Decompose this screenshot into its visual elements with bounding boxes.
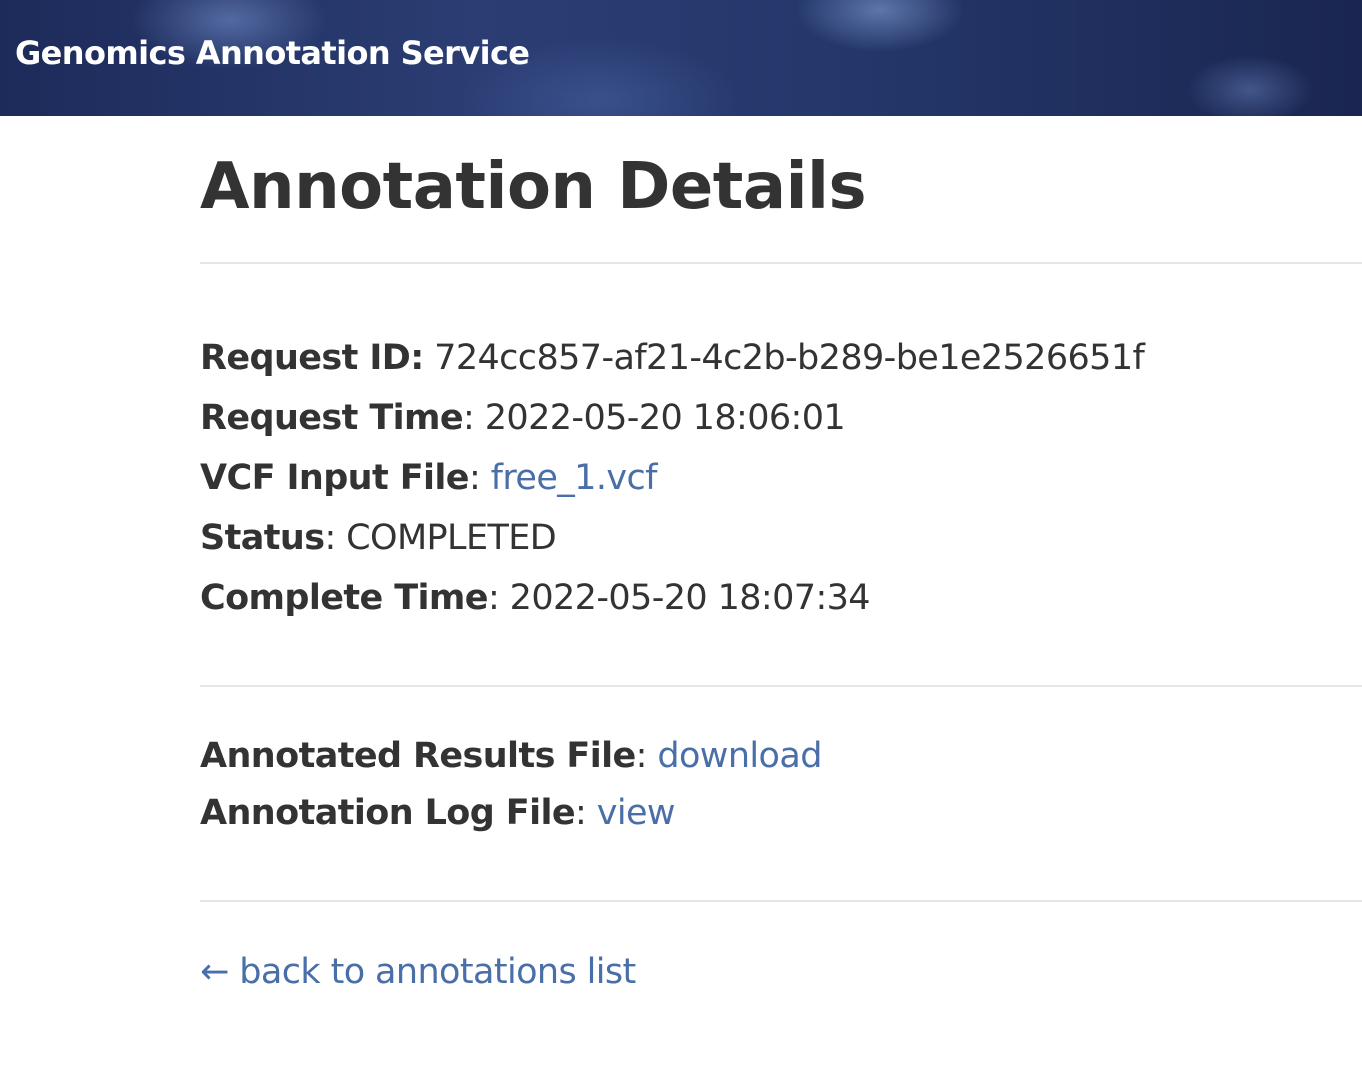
request-details: Request ID: 724cc857-af21-4c2b-b289-be1e… bbox=[200, 328, 1145, 628]
header-banner: Genomics Annotation Service bbox=[0, 0, 1362, 116]
divider bbox=[200, 900, 1362, 902]
colon: : bbox=[468, 458, 491, 498]
log-file-row: Annotation Log File: view bbox=[200, 785, 822, 842]
request-time-label: Request Time bbox=[200, 398, 464, 438]
brand-link[interactable]: Genomics Annotation Service bbox=[15, 34, 530, 72]
request-time-value: 2022-05-20 18:06:01 bbox=[484, 398, 846, 438]
colon: : bbox=[487, 578, 510, 618]
colon: : bbox=[635, 736, 658, 776]
colon: : bbox=[575, 793, 597, 833]
download-results-link[interactable]: download bbox=[657, 736, 822, 776]
divider bbox=[200, 685, 1362, 687]
divider bbox=[200, 262, 1362, 264]
request-id-row: Request ID: 724cc857-af21-4c2b-b289-be1e… bbox=[200, 328, 1145, 388]
view-log-link[interactable]: view bbox=[597, 793, 676, 833]
back-nav: ← back to annotations list bbox=[200, 946, 636, 998]
result-files: Annotated Results File: download Annotat… bbox=[200, 728, 822, 842]
complete-time-value: 2022-05-20 18:07:34 bbox=[509, 578, 871, 618]
input-file-row: VCF Input File: free_1.vcf bbox=[200, 448, 1144, 508]
status-row: Status: COMPLETED bbox=[200, 508, 1144, 568]
request-id-label: Request ID: bbox=[200, 338, 424, 378]
request-id-value: 724cc857-af21-4c2b-b289-be1e2526651f bbox=[434, 338, 1145, 378]
results-file-row: Annotated Results File: download bbox=[200, 728, 822, 785]
request-time-row: Request Time: 2022-05-20 18:06:01 bbox=[200, 388, 1144, 448]
log-file-label: Annotation Log File bbox=[200, 793, 576, 833]
back-to-list-link[interactable]: ← back to annotations list bbox=[200, 952, 636, 992]
page-title: Annotation Details bbox=[200, 150, 867, 224]
status-label: Status bbox=[200, 518, 325, 558]
colon: : bbox=[324, 518, 347, 558]
results-file-label: Annotated Results File bbox=[200, 736, 636, 776]
status-value: COMPLETED bbox=[346, 518, 557, 558]
input-file-label: VCF Input File bbox=[200, 458, 470, 498]
left-arrow-icon: ← bbox=[200, 952, 229, 992]
colon: : bbox=[463, 398, 485, 438]
complete-time-label: Complete Time bbox=[200, 578, 489, 618]
complete-time-row: Complete Time: 2022-05-20 18:07:34 bbox=[200, 568, 1144, 628]
back-link-label: back to annotations list bbox=[239, 952, 636, 992]
input-file-link[interactable]: free_1.vcf bbox=[491, 458, 658, 498]
